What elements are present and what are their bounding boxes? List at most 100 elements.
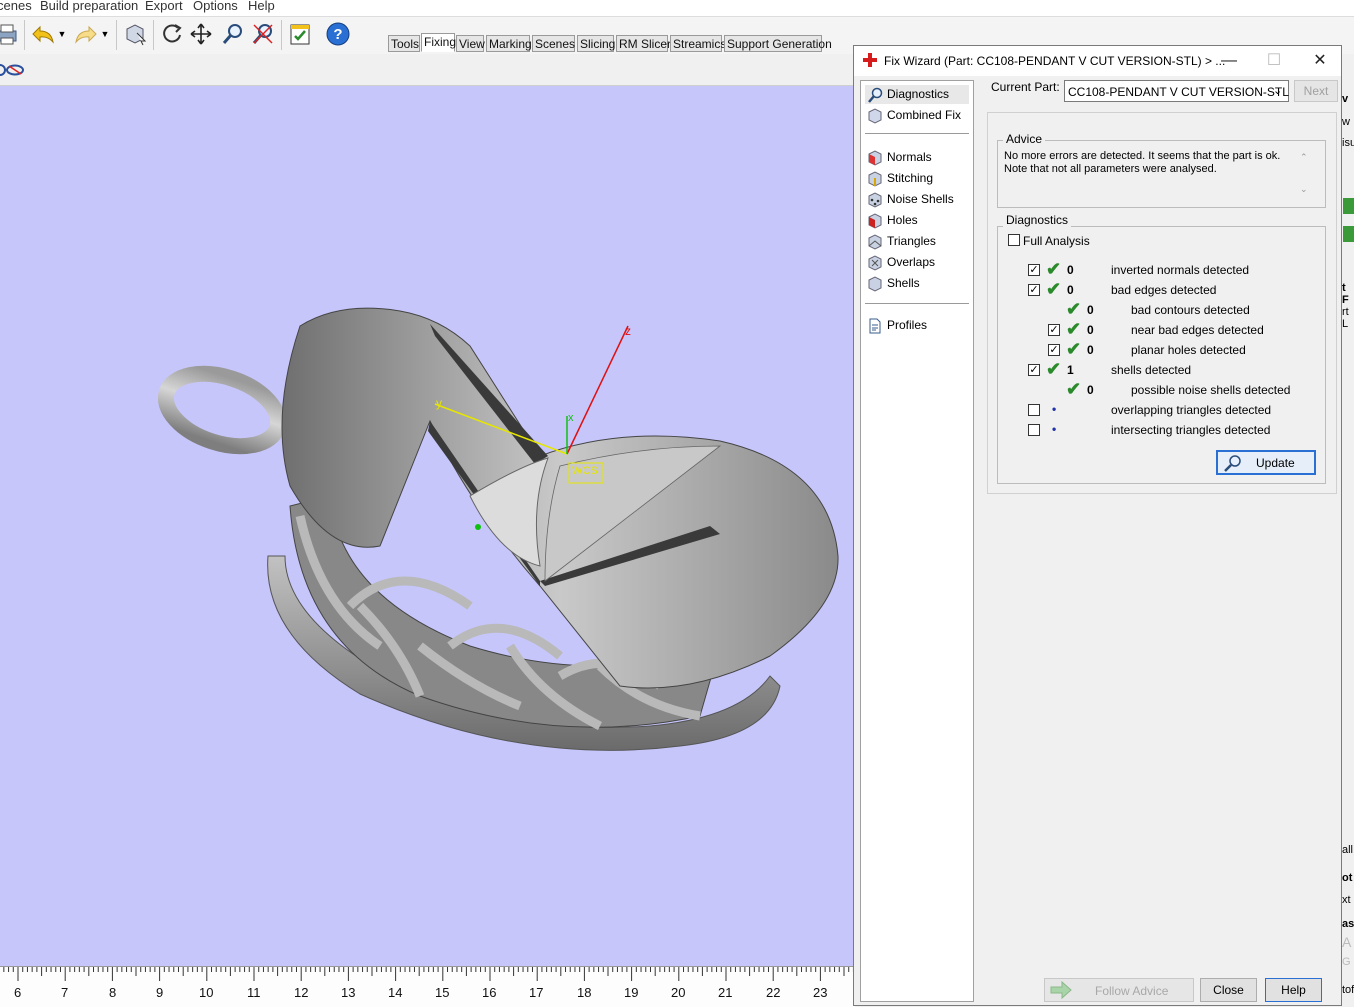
row-count: 1 (1067, 363, 1074, 377)
nav-profiles[interactable]: Profiles (865, 316, 969, 335)
nav-label: Triangles (887, 234, 936, 248)
svg-text:?: ? (333, 26, 342, 43)
row-count: 0 (1087, 303, 1094, 317)
part-select-icon[interactable] (123, 21, 149, 47)
document-icon (867, 318, 883, 334)
green-icon[interactable] (1343, 226, 1354, 242)
menu-options[interactable]: Options (193, 0, 238, 13)
tab-support-generation[interactable]: Support Generation (724, 35, 832, 52)
diagnostics-title: Diagnostics (1003, 213, 1072, 227)
full-analysis-checkbox[interactable] (1008, 234, 1020, 246)
row-label: intersecting triangles detected (1111, 423, 1271, 437)
nav-triangles[interactable]: Triangles (865, 232, 969, 251)
menu-build-preparation[interactable]: Build preparation (40, 0, 138, 13)
close-button[interactable]: Close (1200, 978, 1257, 1002)
z-axis-label: z (625, 324, 631, 338)
ruler-label: 10 (199, 985, 214, 1000)
printer-icon[interactable] (0, 21, 20, 47)
chain-link-icon[interactable] (0, 61, 34, 79)
row-checkbox[interactable]: ✓ (1028, 284, 1040, 296)
fix-wizard-dialog: Fix Wizard (Part: CC108-PENDANT V CUT VE… (853, 45, 1342, 1006)
tab-tools[interactable]: Tools (388, 35, 420, 52)
redo-dropdown-icon[interactable]: ▼ (99, 21, 111, 47)
menu-help[interactable]: Help (248, 0, 275, 13)
current-part-value: CC108-PENDANT V CUT VERSION-STL (1068, 85, 1289, 99)
nav-shells[interactable]: Shells (865, 274, 969, 293)
stitch-cube-icon (867, 171, 883, 187)
maximize-icon: ☐ (1266, 52, 1282, 69)
scroll-down-icon[interactable]: ⌄ (1300, 184, 1308, 195)
nav-label: Shells (887, 276, 920, 290)
nav-normals[interactable]: Normals (865, 148, 969, 167)
row-checkbox[interactable]: ✓ (1048, 324, 1060, 336)
row-checkbox[interactable] (1028, 404, 1040, 416)
row-label: inverted normals detected (1111, 263, 1250, 277)
tab-view[interactable]: View (456, 35, 485, 52)
panel-fragment: t F (1342, 282, 1349, 306)
cube-icon (867, 108, 883, 124)
ruler: 6 7 8 9 10 11 12 13 14 15 16 17 18 19 20… (0, 966, 855, 1007)
undo-dropdown-icon[interactable]: ▼ (56, 21, 68, 47)
close-icon[interactable]: ✕ (1305, 50, 1335, 72)
menu-export[interactable]: Export (145, 0, 183, 13)
ruler-label: 22 (766, 985, 781, 1000)
panel-fragment: G (1342, 956, 1351, 968)
undo-icon[interactable] (30, 21, 56, 47)
checklist-icon[interactable] (287, 21, 313, 47)
zoom-fit-icon[interactable] (250, 21, 276, 47)
tab-scenes[interactable]: Scenes (532, 35, 575, 52)
row-checkbox[interactable]: ✓ (1028, 364, 1040, 376)
menu-scenes[interactable]: cenes (0, 0, 32, 13)
nav-stitching[interactable]: Stitching (865, 169, 969, 188)
nav-diagnostics[interactable]: Diagnostics (865, 85, 969, 104)
ruler-label: 18 (577, 985, 592, 1000)
ruler-label: 9 (156, 985, 164, 1000)
update-button[interactable]: Update (1216, 450, 1316, 475)
check-icon: ✔ (1066, 379, 1082, 399)
minimize-icon[interactable]: — (1214, 50, 1244, 72)
panel-fragment: isu (1342, 137, 1354, 149)
panel-fragment: w (1342, 116, 1350, 128)
ruler-label: 7 (61, 985, 69, 1000)
magnifier-icon (1223, 454, 1243, 475)
panel-fragment: rt L (1342, 306, 1349, 330)
panel-fragment: xt (1342, 894, 1351, 906)
help-icon[interactable]: ? (325, 21, 351, 47)
nav-combined-fix[interactable]: Combined Fix (865, 106, 969, 125)
overlaps-cube-icon (867, 255, 883, 271)
redo-icon[interactable] (73, 21, 99, 47)
nav-holes[interactable]: Holes (865, 211, 969, 230)
wcs-label: WCS (572, 465, 598, 477)
rotate-icon[interactable] (159, 21, 185, 47)
green-icon[interactable] (1343, 198, 1354, 214)
3d-viewport[interactable]: z y x WCS (0, 86, 855, 966)
follow-advice-button: Follow Advice (1044, 978, 1194, 1002)
nav-noise-shells[interactable]: Noise Shells (865, 190, 969, 209)
check-icon: ✔ (1046, 259, 1062, 279)
nav-label: Diagnostics (887, 87, 950, 101)
right-side-panel: v w isu t F rt L all ot xt as A G tof (1342, 86, 1354, 1006)
row-checkbox[interactable]: ✓ (1048, 344, 1060, 356)
tab-rm-slicer[interactable]: RM Slicer (616, 35, 671, 52)
scroll-up-icon[interactable]: ⌃ (1300, 152, 1308, 163)
tab-marking[interactable]: Marking (486, 35, 532, 52)
nav-overlaps[interactable]: Overlaps (865, 253, 969, 272)
help-button[interactable]: Help (1265, 978, 1322, 1002)
row-label: bad contours detected (1131, 303, 1250, 317)
tab-slicing[interactable]: Slicing (577, 35, 615, 52)
move-icon[interactable] (188, 21, 214, 47)
nav-label: Profiles (887, 318, 928, 332)
zoom-icon[interactable] (220, 21, 246, 47)
follow-advice-label: Follow Advice (1095, 984, 1169, 998)
advice-title: Advice (1003, 132, 1046, 146)
row-checkbox[interactable]: ✓ (1028, 264, 1040, 276)
tab-streamics[interactable]: Streamics (670, 35, 726, 52)
nav-label: Stitching (887, 171, 934, 185)
nav-label: Combined Fix (887, 108, 962, 122)
panel-fragment: all (1342, 844, 1354, 856)
panel-fragment: as (1342, 918, 1354, 930)
tab-fixing[interactable]: Fixing (421, 33, 456, 52)
row-checkbox[interactable] (1028, 424, 1040, 436)
current-part-select[interactable]: CC108-PENDANT V CUT VERSION-STL ⌄ (1064, 80, 1289, 102)
panel-fragment: ot (1342, 872, 1353, 884)
